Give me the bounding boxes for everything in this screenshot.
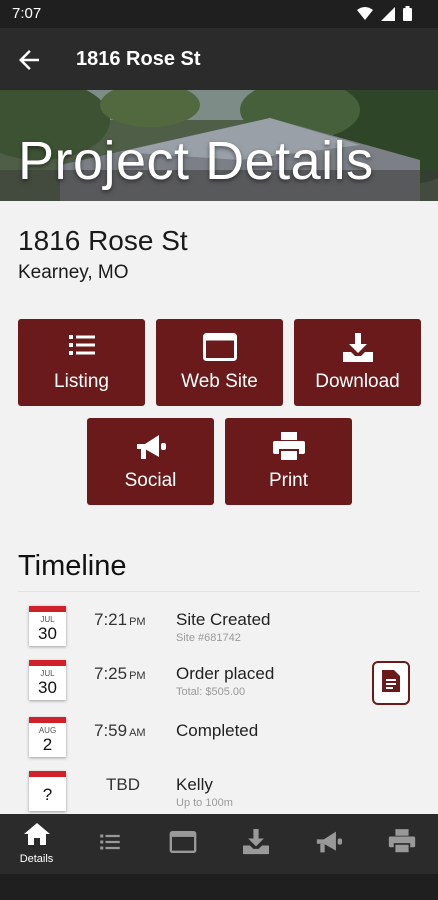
event-time: TBD xyxy=(106,775,140,794)
download-icon xyxy=(294,333,421,363)
printer-icon xyxy=(225,432,352,462)
list-icon xyxy=(99,833,121,856)
timeline-row: JUL 30 7:25 PM Order placed Total: $505.0… xyxy=(0,660,438,716)
bottom-navigation: Details xyxy=(0,814,438,874)
download-icon xyxy=(242,828,270,860)
calendar-month: AUG xyxy=(38,726,57,735)
event-time: 7:59 AM xyxy=(94,721,146,740)
status-time: 7:07 xyxy=(12,5,42,22)
event-title: Order placed xyxy=(176,664,275,683)
hero-title: Project Details xyxy=(18,131,374,191)
nav-social[interactable] xyxy=(292,814,365,874)
status-bar: 7:07 xyxy=(0,0,438,28)
calendar-day: 30 xyxy=(38,678,57,697)
event-subtitle: Total: $505.00 xyxy=(176,686,246,698)
system-navigation-bar xyxy=(0,874,438,900)
calendar-day: 30 xyxy=(38,624,57,643)
print-button[interactable]: Print xyxy=(225,418,352,505)
divider xyxy=(18,591,420,592)
event-title: Site Created xyxy=(176,610,271,629)
nav-details-label: Details xyxy=(19,853,54,865)
nav-details[interactable]: Details xyxy=(0,814,73,874)
listing-button[interactable]: Listing xyxy=(18,319,145,406)
list-icon xyxy=(18,333,145,363)
web-site-button-label: Web Site xyxy=(181,371,258,392)
social-button[interactable]: Social xyxy=(87,418,214,505)
event-title: Kelly xyxy=(176,775,213,794)
event-time: 7:21 PM xyxy=(94,610,146,629)
nav-download[interactable] xyxy=(219,814,292,874)
calendar-day: ? xyxy=(42,785,53,804)
address-street: 1816 Rose St xyxy=(18,225,188,256)
timeline-row: JUL 30 7:21 PM Site Created Site #681742 xyxy=(0,606,438,662)
megaphone-icon xyxy=(315,829,343,860)
event-subtitle: Up to 100m xyxy=(176,797,233,809)
nav-print[interactable] xyxy=(365,814,438,874)
wifi-icon xyxy=(357,7,373,25)
hero-banner: Project Details xyxy=(0,90,438,201)
address-city-state: Kearney, MO xyxy=(18,262,129,283)
download-button[interactable]: Download xyxy=(294,319,421,406)
event-time: 7:25 PM xyxy=(94,664,146,683)
browser-window-icon xyxy=(156,333,283,363)
print-button-label: Print xyxy=(268,470,309,491)
battery-icon xyxy=(403,6,412,26)
timeline-row: AUG 2 7:59 AM Completed xyxy=(0,717,438,773)
calendar-month: JUL xyxy=(40,669,55,678)
calendar-month: JUL xyxy=(40,615,55,624)
listing-button-label: Listing xyxy=(54,371,109,392)
app-bar: 1816 Rose St xyxy=(0,28,438,90)
app-screen: 7:07 1816 Rose St Project Details 1816 R… xyxy=(0,0,438,900)
calendar-icon: ? xyxy=(29,771,66,811)
signal-icon xyxy=(381,6,395,26)
system-icons xyxy=(357,6,412,26)
web-site-button[interactable]: Web Site xyxy=(156,319,283,406)
social-button-label: Social xyxy=(124,470,177,491)
invoice-document-button[interactable] xyxy=(372,661,410,705)
app-bar-title: 1816 Rose St xyxy=(76,48,201,70)
calendar-day: 2 xyxy=(42,735,53,754)
home-icon xyxy=(23,823,50,850)
arrow-back-icon[interactable] xyxy=(14,45,44,75)
timeline-heading: Timeline xyxy=(18,550,127,582)
calendar-icon: JUL 30 xyxy=(29,606,66,646)
browser-window-icon xyxy=(169,830,197,858)
nav-listing[interactable] xyxy=(73,814,146,874)
event-title: Completed xyxy=(176,721,259,740)
download-button-label: Download xyxy=(315,371,400,392)
calendar-icon: AUG 2 xyxy=(29,717,66,757)
printer-icon xyxy=(388,829,416,859)
event-subtitle: Site #681742 xyxy=(176,632,241,644)
megaphone-icon xyxy=(87,432,214,462)
nav-web-site[interactable] xyxy=(146,814,219,874)
document-icon xyxy=(382,669,400,697)
calendar-icon: JUL 30 xyxy=(29,660,66,700)
